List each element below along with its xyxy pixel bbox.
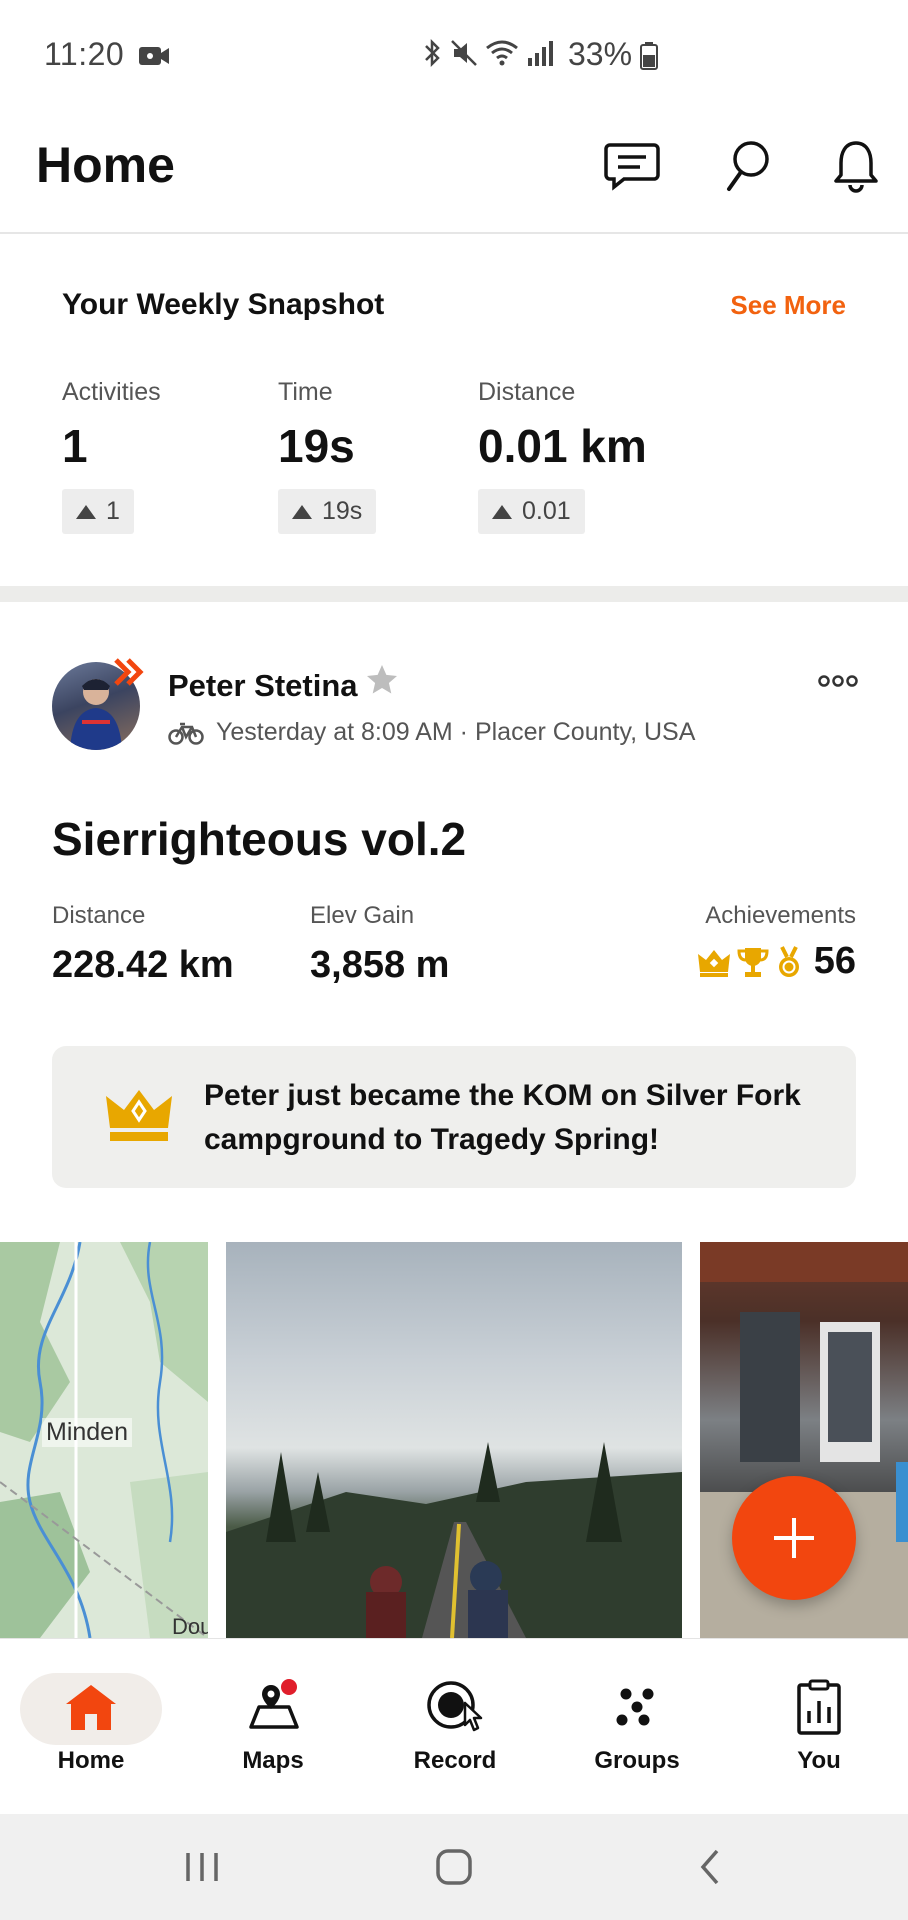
stat-value: 1 (62, 420, 88, 472)
home-icon (59, 1675, 123, 1739)
nav-maps[interactable]: Maps (182, 1639, 364, 1815)
ride-photo[interactable] (226, 1242, 682, 1638)
stat-delta: 19s (278, 489, 377, 534)
star-icon[interactable] (364, 662, 400, 703)
record-icon (423, 1675, 487, 1739)
athlete-name[interactable]: Peter Stetina (168, 668, 358, 704)
back-icon[interactable] (680, 1844, 740, 1890)
status-time: 11:20 (44, 36, 125, 72)
weekly-snapshot-card[interactable]: Your Weekly Snapshot See More Activities… (0, 236, 908, 586)
plus-icon (774, 1518, 814, 1558)
stat-label: Elev Gain (310, 902, 415, 929)
you-icon (787, 1675, 851, 1739)
stat-delta: 0.01 (478, 489, 585, 534)
page-title: Home (36, 137, 175, 193)
nav-groups[interactable]: Groups (546, 1639, 728, 1815)
nav-label: Maps (242, 1747, 304, 1774)
activity-title[interactable]: Sierrighteous vol.2 (52, 812, 466, 866)
nav-record[interactable]: Record (364, 1639, 546, 1815)
up-arrow-icon (292, 504, 312, 519)
stat-value: 0.01 km (478, 420, 647, 472)
section-divider (0, 586, 908, 602)
stat-value: 19s (278, 420, 355, 472)
search-icon[interactable] (716, 134, 780, 198)
stat-label: Time (278, 378, 333, 406)
stat-label: Distance (52, 902, 146, 929)
activity-meta: Yesterday at 8:09 AM · Placer County, US… (168, 718, 695, 747)
up-arrow-icon (76, 504, 96, 519)
stat-distance: Distance 0.01 km 0.01 (478, 378, 647, 534)
snapshot-title: Your Weekly Snapshot (62, 288, 385, 321)
bell-icon[interactable] (824, 134, 888, 198)
status-icons (420, 38, 554, 68)
nav-label: You (797, 1747, 841, 1774)
nav-label: Record (413, 1747, 497, 1774)
medal-icon (778, 945, 799, 977)
battery-percent: 33% (568, 36, 633, 72)
bottom-nav: Home Maps Record Groups You (0, 1638, 908, 1814)
nav-you[interactable]: You (728, 1639, 908, 1815)
wifi-icon (486, 40, 518, 66)
stat-value: 228.42 km (52, 944, 234, 986)
status-bar: 11:20 33% (0, 0, 908, 110)
signal-icon (528, 41, 553, 66)
subscriber-badge-icon (114, 658, 146, 691)
activity-meta-text: Yesterday at 8:09 AM · Placer County, US… (216, 718, 696, 746)
bluetooth-icon (425, 38, 440, 68)
activity-stat-elevation: Elev Gain 3,858 m (310, 902, 449, 987)
crown-icon (697, 949, 730, 977)
stat-label: Distance (478, 378, 576, 406)
stat-delta: 1 (62, 489, 134, 534)
nav-label: Home (57, 1747, 125, 1774)
nav-label: Groups (594, 1747, 680, 1774)
groups-icon (605, 1675, 669, 1739)
more-options-icon[interactable] (818, 674, 858, 693)
map-label: Minden (42, 1418, 132, 1447)
achievements[interactable]: Achievements 56 (696, 902, 856, 983)
maps-icon (241, 1675, 305, 1739)
kom-text: Peter just became the KOM on Silver Fork… (204, 1079, 801, 1156)
video-camera-icon (138, 44, 170, 73)
mute-icon (451, 40, 477, 66)
add-button[interactable] (732, 1476, 856, 1600)
route-map[interactable]: Minden Dou (0, 1242, 208, 1638)
system-nav-bar (0, 1814, 908, 1920)
stat-activities: Activities 1 1 (62, 378, 161, 534)
stat-time: Time 19s 19s (278, 378, 377, 534)
app-header: Home (0, 110, 908, 234)
activity-stat-distance: Distance 228.42 km (52, 902, 234, 987)
achievements-count: 56 (813, 940, 856, 982)
stat-label: Activities (62, 378, 161, 406)
home-button-icon[interactable] (424, 1844, 484, 1890)
up-arrow-icon (492, 504, 512, 519)
chat-icon[interactable] (600, 134, 664, 198)
nav-home[interactable]: Home (0, 1639, 182, 1815)
recent-apps-icon[interactable] (172, 1844, 232, 1890)
crown-icon (104, 1084, 174, 1149)
trophy-icon (737, 947, 769, 977)
kom-highlight[interactable]: Peter just became the KOM on Silver Fork… (52, 1046, 856, 1188)
stat-value: 3,858 m (310, 944, 450, 986)
bike-icon (168, 722, 204, 745)
achievements-label: Achievements (705, 902, 856, 929)
see-more-link[interactable]: See More (730, 290, 846, 321)
map-label: Dou (172, 1614, 208, 1638)
battery-icon (640, 42, 658, 75)
